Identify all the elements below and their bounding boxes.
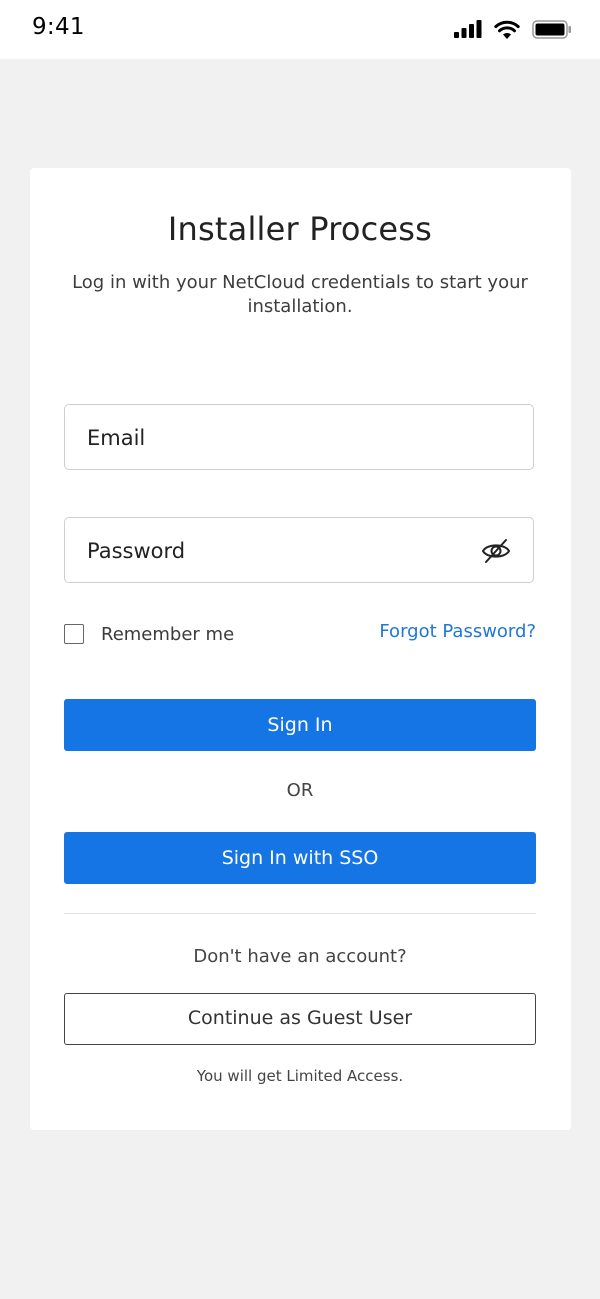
wifi-icon (494, 20, 520, 39)
eye-slash-icon[interactable] (481, 537, 511, 565)
email-field[interactable]: Email (64, 404, 534, 470)
page-title: Installer Process (167, 210, 433, 248)
sign-in-sso-button[interactable]: Sign In with SSO (64, 832, 536, 884)
remember-label: Remember me (101, 623, 235, 645)
status-icons (454, 18, 572, 40)
status-bar: 9:41 (0, 0, 600, 59)
password-placeholder: Password (87, 539, 186, 563)
remember-checkbox[interactable] (64, 624, 84, 644)
battery-icon (532, 19, 571, 39)
or-separator: OR (286, 780, 314, 801)
continue-as-guest-button[interactable]: Continue as Guest User (64, 993, 536, 1045)
password-field[interactable]: Password (64, 517, 534, 583)
page-subtitle: Log in with your NetCloud credentials to… (72, 272, 528, 317)
no-account-text: Don't have an account? (193, 946, 407, 967)
status-time: 9:41 (32, 14, 85, 40)
sign-in-button[interactable]: Sign In (64, 699, 536, 751)
email-placeholder: Email (87, 426, 146, 450)
divider (64, 913, 536, 914)
cellular-signal-icon (454, 20, 482, 38)
limited-access-note: You will get Limited Access. (196, 1067, 404, 1085)
remember-me[interactable]: Remember me (64, 622, 234, 646)
forgot-password-link[interactable]: Forgot Password? (379, 621, 536, 642)
